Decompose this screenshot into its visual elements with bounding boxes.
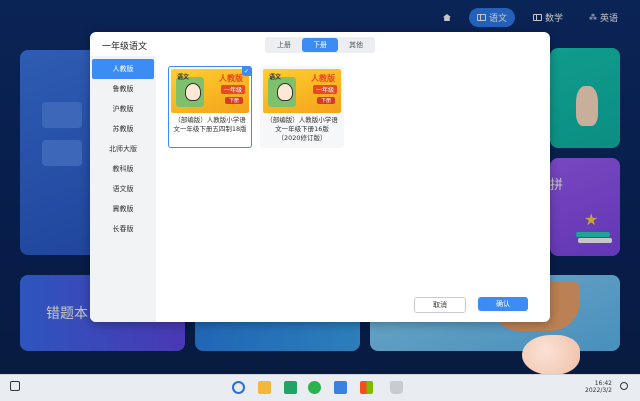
edition-item-jiaoke[interactable]: 教科版 [92, 159, 154, 179]
segment-lower[interactable]: 下册 [302, 38, 338, 52]
dialog-title: 一年级语文 [102, 42, 148, 52]
wechat-icon[interactable] [308, 381, 321, 394]
cover-grade: 一年级 [312, 85, 337, 94]
confirm-button[interactable]: 确认 [478, 297, 528, 311]
mail-icon[interactable] [284, 381, 297, 394]
book-title: （部编版）人教版小学语文一年级下册16版（2020修订版） [266, 116, 338, 142]
segment-other[interactable]: 其他 [338, 38, 374, 52]
apps-icon[interactable] [360, 381, 373, 394]
hand-illustration [522, 335, 580, 375]
power-icon[interactable] [620, 382, 628, 390]
edition-item-hujiao[interactable]: 沪教版 [92, 99, 154, 119]
taskbar: 16:42 2022/3/2 [0, 374, 640, 401]
volume-segmented-control: 上册 下册 其他 [265, 37, 375, 53]
edition-item-yuwen[interactable]: 语文版 [92, 179, 154, 199]
cover-subject: 语文 [177, 74, 190, 81]
recycle-icon[interactable] [390, 381, 403, 394]
segment-upper[interactable]: 上册 [266, 38, 302, 52]
search-icon[interactable] [232, 381, 245, 394]
cover-edition: 人教版 [311, 74, 335, 83]
clock: 16:42 2022/3/2 [585, 380, 612, 394]
cover-volume: 下册 [316, 97, 335, 104]
book-card[interactable]: 语文 人教版 一年级 下册 ✓ （部编版）人教版小学语文一年级下册五四制18版 [168, 66, 252, 148]
cover-subject: 语文 [269, 74, 282, 81]
edition-item-jijiao[interactable]: 冀教版 [92, 199, 154, 219]
textbook-select-dialog: 一年级语文 上册 下册 其他 人教版 鲁教版 沪教版 苏教版 北师大版 教科版 … [90, 32, 550, 322]
edition-item-sujiao[interactable]: 苏教版 [92, 119, 154, 139]
boy-illustration [277, 83, 293, 101]
exit-icon[interactable] [10, 381, 20, 391]
edition-item-lujiao[interactable]: 鲁教版 [92, 79, 154, 99]
book-cover: 语文 人教版 一年级 下册 [171, 69, 249, 113]
edition-item-renjiao[interactable]: 人教版 [92, 59, 154, 79]
book-list: 语文 人教版 一年级 下册 ✓ （部编版）人教版小学语文一年级下册五四制18版 … [168, 66, 344, 148]
cover-volume: 下册 [224, 97, 243, 104]
clock-time: 16:42 [594, 380, 612, 387]
edition-item-changchun[interactable]: 长春版 [92, 219, 154, 239]
cancel-button[interactable]: 取消 [414, 297, 466, 313]
edition-item-beishida[interactable]: 北师大版 [92, 139, 154, 159]
clock-date: 2022/3/2 [585, 387, 612, 394]
edition-sidebar: 人教版 鲁教版 沪教版 苏教版 北师大版 教科版 语文版 冀教版 长春版 [90, 56, 156, 322]
boy-illustration [185, 83, 201, 101]
store-icon[interactable] [334, 381, 347, 394]
book-title: （部编版）人教版小学语文一年级下册五四制18版 [173, 116, 247, 133]
folder-icon[interactable] [258, 381, 271, 394]
cover-grade: 一年级 [220, 85, 245, 94]
book-cover: 语文 人教版 一年级 下册 [263, 69, 341, 113]
cover-edition: 人教版 [219, 74, 243, 83]
book-card[interactable]: 语文 人教版 一年级 下册 （部编版）人教版小学语文一年级下册16版（2020修… [260, 66, 344, 148]
selected-check-icon: ✓ [242, 67, 251, 76]
